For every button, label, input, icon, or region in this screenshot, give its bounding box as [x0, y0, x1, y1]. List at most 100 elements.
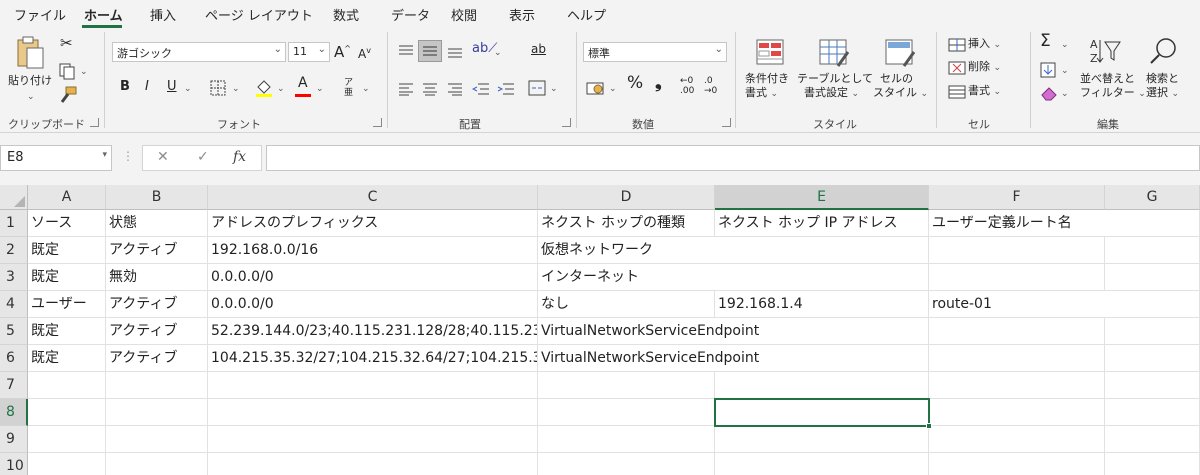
row-header-4[interactable]: 4 [0, 291, 28, 318]
insert-cells-button[interactable]: 挿入 ⌄ [968, 37, 1001, 52]
cell-f3[interactable] [929, 264, 1105, 291]
find-select-icon[interactable] [1148, 36, 1180, 66]
align-top-icon[interactable] [398, 44, 414, 58]
cell-g8[interactable] [1105, 399, 1200, 426]
font-launcher-icon[interactable] [373, 118, 382, 127]
column-header-e[interactable]: E [715, 185, 929, 210]
align-center-icon[interactable] [422, 82, 438, 96]
cell-f6[interactable] [929, 345, 1105, 372]
accounting-format-icon[interactable] [586, 80, 606, 96]
cell-e9[interactable] [715, 426, 929, 453]
fill-color-dropdown-icon[interactable]: ⌄ [277, 82, 285, 96]
merge-dropdown-icon[interactable]: ⌄ [550, 82, 558, 96]
format-cells-icon[interactable] [948, 85, 966, 99]
bold-button[interactable]: B [120, 80, 130, 94]
row-header-10[interactable]: 10 [0, 453, 28, 475]
cell-b5[interactable]: アクティブ [106, 318, 208, 345]
tab-file[interactable]: ファイル [14, 5, 66, 24]
find-select-button[interactable]: 検索と 選択 ⌄ [1146, 72, 1179, 101]
cell-f9[interactable] [929, 426, 1105, 453]
cell-b9[interactable] [106, 426, 208, 453]
row-header-9[interactable]: 9 [0, 426, 28, 453]
column-header-b[interactable]: B [106, 185, 208, 210]
fill-handle[interactable] [926, 423, 932, 429]
delete-cells-icon[interactable] [948, 61, 966, 75]
tab-data[interactable]: データ [391, 5, 430, 24]
select-all-button[interactable] [0, 185, 28, 210]
tab-help[interactable]: ヘルプ [567, 5, 606, 24]
column-header-d[interactable]: D [538, 185, 715, 210]
percent-style-button[interactable]: % [627, 75, 643, 92]
clear-dropdown-icon[interactable]: ⌄ [1061, 87, 1069, 101]
row-header-3[interactable]: 3 [0, 264, 28, 291]
cell-c2[interactable]: 192.168.0.0/16 [208, 237, 538, 264]
cell-a6[interactable]: 既定 [28, 345, 106, 372]
cell-d5[interactable]: VirtualNetworkServiceEndpoint [538, 318, 929, 345]
cell-b3[interactable]: 無効 [106, 264, 208, 291]
cell-f2[interactable] [929, 237, 1105, 264]
cell-f7[interactable] [929, 372, 1105, 399]
format-as-table-button[interactable]: テーブルとして 書式設定 ⌄ [797, 72, 873, 101]
cell-a7[interactable] [28, 372, 106, 399]
cell-styles-icon[interactable] [884, 38, 916, 68]
increase-indent-icon[interactable] [497, 82, 515, 96]
row-header-5[interactable]: 5 [0, 318, 28, 345]
cell-b2[interactable]: アクティブ [106, 237, 208, 264]
cell-b7[interactable] [106, 372, 208, 399]
increase-decimal-button[interactable]: ←0.00 [680, 76, 694, 96]
cell-styles-button[interactable]: セルの スタイル ⌄ [873, 72, 928, 101]
cell-e1[interactable]: ネクスト ホップ IP アドレス [715, 210, 929, 237]
clear-icon[interactable] [1040, 85, 1058, 101]
align-left-icon[interactable] [398, 82, 414, 96]
cell-a4[interactable]: ユーザー [28, 291, 106, 318]
fill-dropdown-icon[interactable]: ⌄ [1061, 64, 1069, 78]
cell-c7[interactable] [208, 372, 538, 399]
cell-a3[interactable]: 既定 [28, 264, 106, 291]
autosum-dropdown-icon[interactable]: ⌄ [1061, 38, 1069, 52]
name-box[interactable]: E8 ▾ [0, 145, 112, 171]
phonetic-guide-icon[interactable]: ア亜 [344, 78, 353, 98]
cell-c3[interactable]: 0.0.0.0/0 [208, 264, 538, 291]
cell-e10[interactable] [715, 453, 929, 475]
cell-d10[interactable] [538, 453, 715, 475]
cell-a8[interactable] [28, 399, 106, 426]
cell-a10[interactable] [28, 453, 106, 475]
decrease-indent-icon[interactable] [472, 82, 490, 96]
cell-d2[interactable]: 仮想ネットワーク [538, 237, 929, 264]
cell-d3[interactable]: インターネット [538, 264, 929, 291]
tab-insert[interactable]: 挿入 [150, 5, 176, 24]
column-header-f[interactable]: F [929, 185, 1105, 210]
cell-d4[interactable]: なし [538, 291, 715, 318]
decrease-font-size-button[interactable]: Av [358, 44, 371, 61]
cell-g9[interactable] [1105, 426, 1200, 453]
comma-style-button[interactable]: ❟ [655, 75, 662, 92]
cancel-icon[interactable]: ✕ [157, 149, 169, 165]
cell-b1[interactable]: 状態 [106, 210, 208, 237]
row-header-7[interactable]: 7 [0, 372, 28, 399]
conditional-formatting-button[interactable]: 条件付き 書式 ⌄ [745, 72, 789, 101]
cell-f10[interactable] [929, 453, 1105, 475]
clipboard-launcher-icon[interactable] [90, 118, 99, 127]
fill-icon[interactable] [1040, 62, 1056, 78]
font-color-icon[interactable]: A [298, 76, 308, 90]
number-launcher-icon[interactable] [722, 118, 731, 127]
cell-a9[interactable] [28, 426, 106, 453]
decrease-decimal-button[interactable]: .0 →0 [704, 76, 717, 96]
cell-f8[interactable] [929, 399, 1105, 426]
tab-page-layout[interactable]: ページ レイアウト [205, 5, 313, 24]
cell-d9[interactable] [538, 426, 715, 453]
formula-bar-splitter[interactable]: ⋮ [122, 149, 134, 163]
cell-a2[interactable]: 既定 [28, 237, 106, 264]
cell-d7[interactable] [538, 372, 715, 399]
alignment-launcher-icon[interactable] [562, 118, 571, 127]
borders-icon[interactable] [210, 80, 226, 96]
orientation-dropdown-icon[interactable]: ⌄ [494, 46, 502, 60]
paste-button[interactable]: 貼り付け [8, 74, 52, 88]
cell-a1[interactable]: ソース [28, 210, 106, 237]
increase-font-size-button[interactable]: A^ [334, 42, 351, 60]
merge-center-icon[interactable] [528, 80, 546, 96]
cell-c5[interactable]: 52.239.144.0/23;40.115.231.128/28;40.115… [208, 318, 538, 345]
tab-formulas[interactable]: 数式 [333, 5, 359, 24]
cell-c1[interactable]: アドレスのプレフィックス [208, 210, 538, 237]
font-name-select[interactable]: 游ゴシック ⌄ [112, 42, 286, 62]
